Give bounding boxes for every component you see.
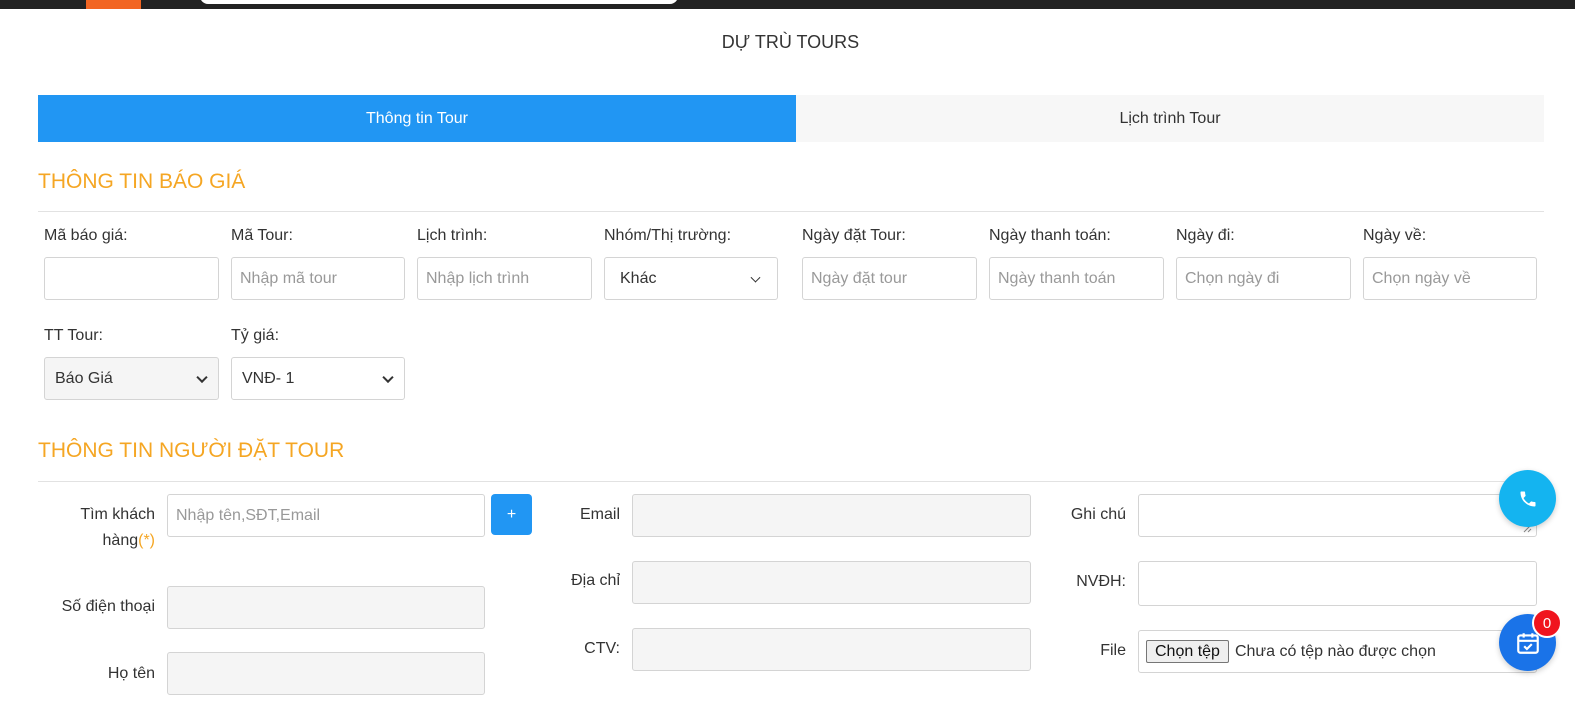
quote-code-label: Mã báo giá: (44, 227, 128, 244)
note-textarea[interactable] (1138, 494, 1537, 537)
top-header-bar (0, 0, 1575, 9)
payment-date-input[interactable] (989, 257, 1164, 300)
booking-date-label: Ngày đặt Tour: (802, 227, 906, 244)
tour-status-label: TT Tour: (44, 327, 103, 344)
file-label: File (1100, 642, 1126, 659)
find-customer-input[interactable] (167, 494, 485, 537)
itinerary-label: Lịch trình: (417, 227, 488, 244)
return-date-label: Ngày về: (1363, 227, 1427, 244)
section-divider (38, 481, 1544, 482)
phone-input[interactable] (167, 586, 485, 629)
email-input[interactable] (632, 494, 1031, 537)
tab-tour-info[interactable]: Thông tin Tour (38, 95, 796, 142)
itinerary-input[interactable] (417, 257, 592, 300)
exchange-rate-label: Tỷ giá: (231, 327, 280, 344)
phone-icon (1520, 491, 1535, 506)
call-button[interactable] (1499, 470, 1556, 527)
notification-badge: 0 (1532, 608, 1562, 638)
tab-tour-itinerary[interactable]: Lịch trình Tour (796, 95, 1544, 142)
choose-file-button[interactable]: Chọn tệp (1146, 640, 1229, 663)
departure-date-input[interactable] (1176, 257, 1351, 300)
full-name-label: Họ tên (107, 665, 155, 682)
header-search-box[interactable] (200, 0, 678, 4)
file-status-text: Chưa có tệp nào được chọn (1234, 642, 1436, 660)
collaborator-label: CTV: (584, 640, 620, 657)
file-upload-field: Chọn tệp Chưa có tệp nào được chọn (1138, 630, 1537, 673)
chevron-down-icon (196, 371, 208, 383)
market-group-label: Nhóm/Thị trường: (604, 227, 732, 244)
email-label: Email (579, 506, 620, 523)
chevron-down-icon (750, 272, 761, 283)
tour-status-selected: Báo Giá (55, 369, 113, 387)
departure-date-label: Ngày đi: (1176, 227, 1235, 244)
operator-label: NVĐH: (1076, 573, 1126, 590)
tab-bar: Thông tin Tour Lịch trình Tour (38, 95, 1544, 142)
add-customer-button[interactable]: + (491, 494, 532, 535)
address-input[interactable] (632, 561, 1031, 604)
market-group-selected: Khác (620, 269, 657, 287)
quote-code-input[interactable] (44, 257, 219, 300)
section-title-quote-info: THÔNG TIN BÁO GIÁ (38, 170, 246, 193)
market-group-select[interactable]: Khác (604, 257, 778, 300)
return-date-input[interactable] (1363, 257, 1537, 300)
note-label: Ghi chú (1070, 506, 1126, 523)
operator-input[interactable] (1138, 561, 1537, 606)
tour-code-input[interactable] (231, 257, 405, 300)
booking-date-input[interactable] (802, 257, 977, 300)
brand-logo[interactable] (86, 0, 141, 9)
full-name-input[interactable] (167, 652, 485, 695)
section-title-booker-info: THÔNG TIN NGƯỜI ĐẶT TOUR (38, 439, 345, 462)
section-divider (38, 211, 1544, 212)
exchange-rate-select[interactable]: VNĐ- 1 (231, 357, 405, 400)
phone-label: Số điện thoại (61, 598, 155, 615)
tour-status-select[interactable]: Báo Giá (44, 357, 219, 400)
address-label: Địa chỉ (571, 572, 620, 589)
find-customer-label: Tìm khách hàng(*) (38, 502, 155, 554)
page-title: DỰ TRÙ TOURS (721, 32, 860, 52)
payment-date-label: Ngày thanh toán: (989, 227, 1111, 244)
tour-code-label: Mã Tour: (231, 227, 293, 244)
collaborator-input[interactable] (632, 628, 1031, 671)
exchange-rate-selected: VNĐ- 1 (242, 369, 295, 387)
chevron-down-icon (382, 371, 394, 383)
required-mark: (*) (138, 532, 155, 549)
